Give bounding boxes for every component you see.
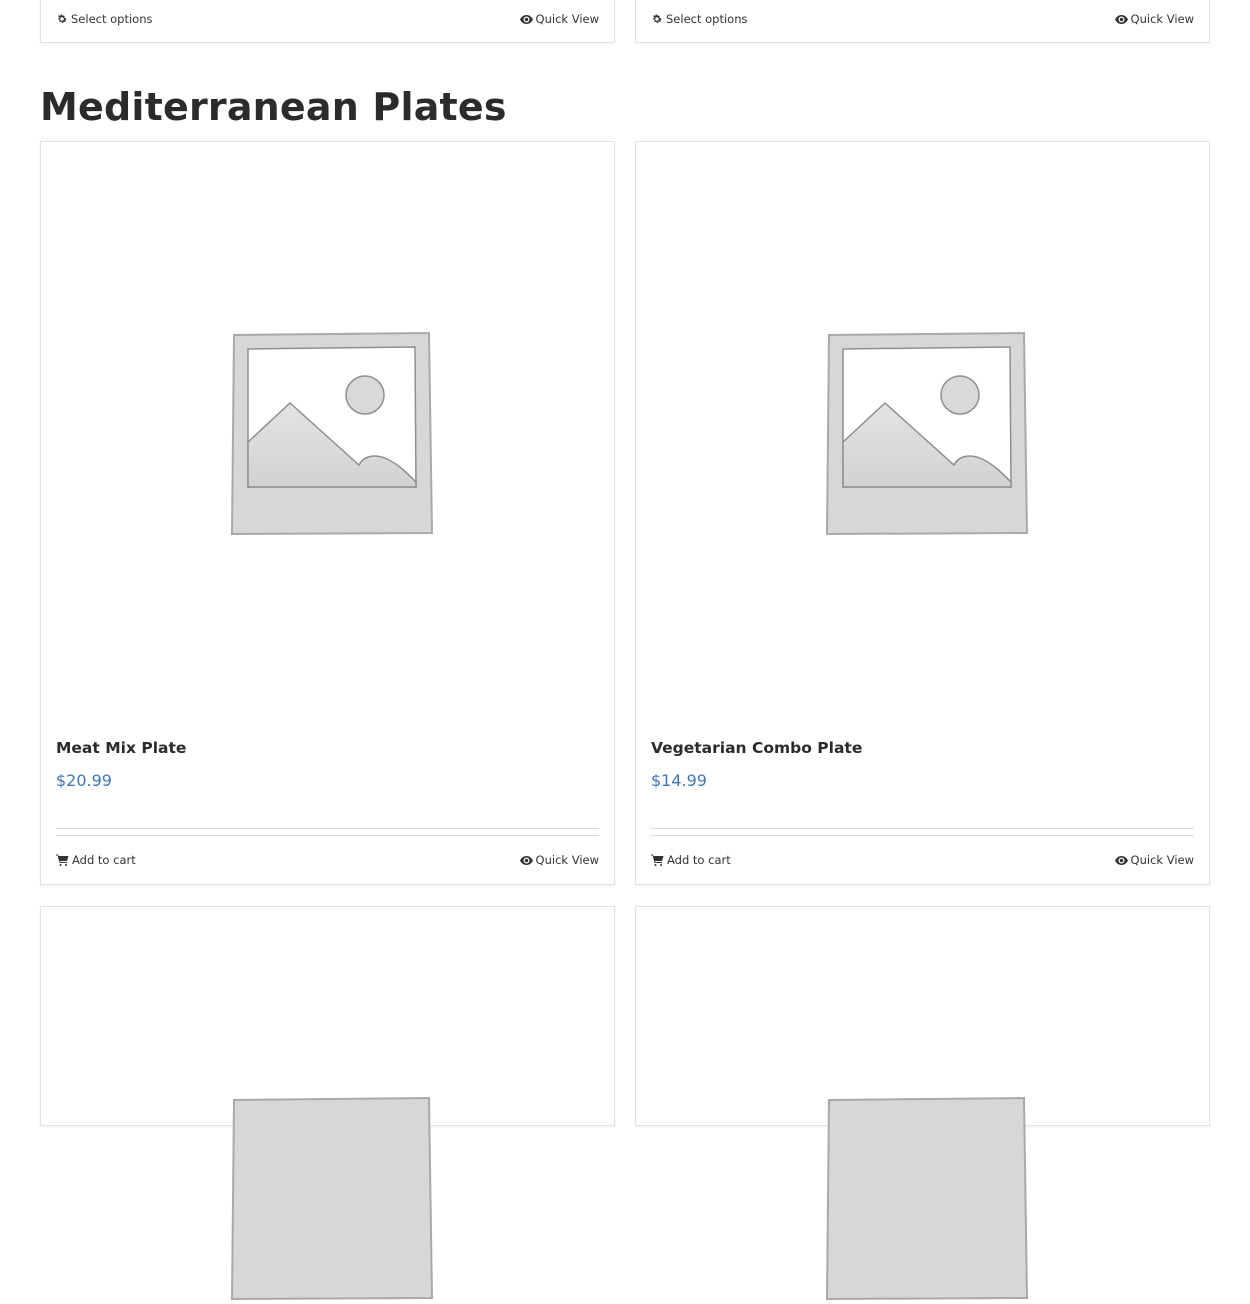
image-placeholder-icon[interactable] [226, 1092, 436, 1304]
gear-icon [57, 14, 67, 23]
cart-icon [651, 854, 664, 866]
product-name[interactable]: Vegetarian Combo Plate [651, 739, 862, 757]
product-card-bottom-right [635, 906, 1210, 1301]
divider [56, 828, 599, 829]
product-actions: Select options Quick View [56, 9, 599, 29]
divider [651, 828, 1194, 829]
cart-icon [56, 854, 69, 866]
image-placeholder-icon[interactable] [821, 327, 1031, 539]
product-card-bottom-left [40, 906, 615, 1301]
gear-icon [652, 14, 662, 23]
select-options-label: Select options [71, 12, 153, 26]
quick-view-label: Quick View [535, 12, 599, 26]
eye-icon [519, 14, 533, 24]
product-card: Vegetarian Combo Plate $14.99 Add to car… [635, 141, 1210, 885]
product-price: $20.99 [56, 771, 112, 790]
quick-view-label: Quick View [535, 853, 599, 867]
product-actions: Add to cart Quick View [651, 850, 1194, 870]
divider [56, 835, 599, 836]
eye-icon [1114, 855, 1128, 865]
select-options-button[interactable]: Select options [56, 12, 153, 26]
eye-icon [519, 855, 533, 865]
image-placeholder-icon[interactable] [226, 327, 436, 539]
add-to-cart-button[interactable]: Add to cart [56, 853, 136, 867]
select-options-button[interactable]: Select options [651, 12, 748, 26]
product-actions: Add to cart Quick View [56, 850, 599, 870]
product-actions: Select options Quick View [651, 9, 1194, 29]
product-name[interactable]: Meat Mix Plate [56, 739, 186, 757]
select-options-label: Select options [666, 12, 748, 26]
add-to-cart-label: Add to cart [667, 853, 731, 867]
quick-view-button[interactable]: Quick View [1114, 853, 1194, 867]
quick-view-label: Quick View [1130, 853, 1194, 867]
add-to-cart-label: Add to cart [72, 853, 136, 867]
product-card-top-left: Select options Quick View [40, 0, 615, 43]
product-card: Meat Mix Plate $20.99 Add to cart Quick … [40, 141, 615, 885]
product-card-top-right: Select options Quick View [635, 0, 1210, 43]
quick-view-label: Quick View [1130, 12, 1194, 26]
quick-view-button[interactable]: Quick View [519, 12, 599, 26]
eye-icon [1114, 14, 1128, 24]
quick-view-button[interactable]: Quick View [519, 853, 599, 867]
quick-view-button[interactable]: Quick View [1114, 12, 1194, 26]
section-title: Mediterranean Plates [40, 85, 507, 129]
product-price: $14.99 [651, 771, 707, 790]
divider [651, 835, 1194, 836]
image-placeholder-icon[interactable] [821, 1092, 1031, 1304]
add-to-cart-button[interactable]: Add to cart [651, 853, 731, 867]
